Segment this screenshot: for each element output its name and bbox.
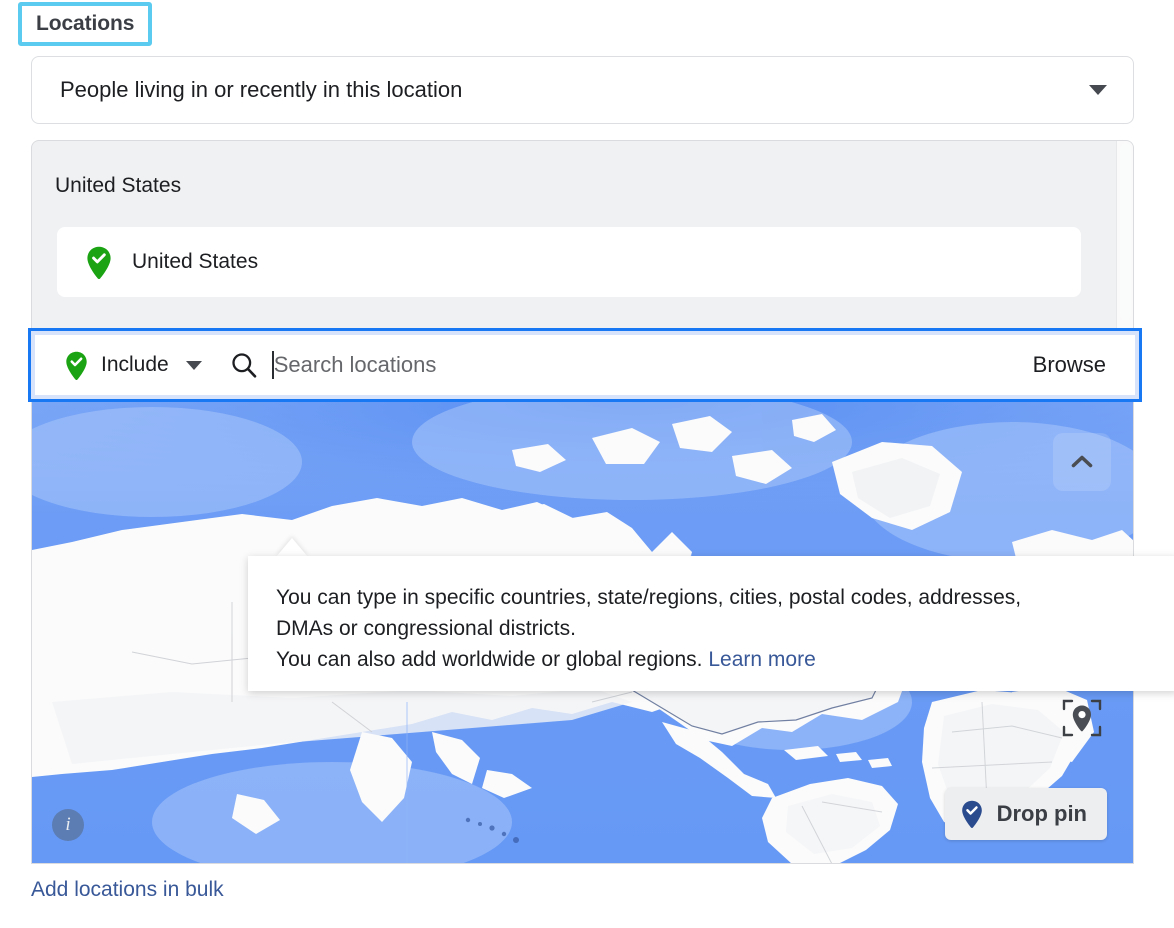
map-pin-check-icon [87,246,111,279]
list-item-label: United States [132,250,259,273]
learn-more-link[interactable]: Learn more [708,648,815,671]
page-title: Locations [36,12,135,35]
tooltip-line-1: You can type in specific countries, stat… [276,586,1022,609]
list-item[interactable]: United States [57,227,1081,297]
search-icon [232,353,257,378]
selected-locations-group-title: United States [55,174,182,197]
drop-pin-label: Drop pin [996,801,1087,826]
search-input[interactable]: Search locations [271,343,1033,387]
audience-type-select-value: People living in or recently in this loc… [60,77,463,102]
locations-targeting-panel: Locations People living in or recently i… [0,0,1174,928]
tooltip-line-3-wrap: You can also add worldwide or global reg… [276,644,1150,675]
tooltip-line-3: You can also add worldwide or global reg… [276,648,703,671]
scrollbar-thumb[interactable] [1120,143,1131,321]
drop-pin-button[interactable]: Drop pin [944,788,1107,840]
browse-button[interactable]: Browse [1033,352,1106,378]
selected-locations-scrollbar[interactable] [1116,141,1133,330]
chevron-down-icon [1089,85,1107,95]
pin-target-icon[interactable] [1060,696,1104,740]
location-help-tooltip: You can type in specific countries, stat… [248,556,1174,691]
chevron-up-icon [1071,455,1093,468]
search-input-placeholder: Search locations [273,352,437,377]
audience-type-select[interactable]: People living in or recently in this loc… [31,56,1134,124]
map-pin-check-icon [961,800,982,828]
info-icon-glyph: i [65,814,71,835]
tooltip-arrow [276,538,308,557]
locations-section-label-focus-ring: Locations [18,2,153,46]
chevron-down-icon[interactable] [185,360,202,370]
include-mode-label[interactable]: Include [101,353,169,377]
add-locations-in-bulk-link[interactable]: Add locations in bulk [31,878,224,902]
tooltip-line-2: DMAs or congressional districts. [276,617,576,640]
info-icon[interactable]: i [52,809,84,841]
location-search-row: Include Search locations Browse [28,328,1142,402]
map-collapse-button[interactable] [1053,433,1111,491]
selected-locations-panel: United States United States [31,140,1134,330]
map-pin-check-icon [66,351,87,380]
